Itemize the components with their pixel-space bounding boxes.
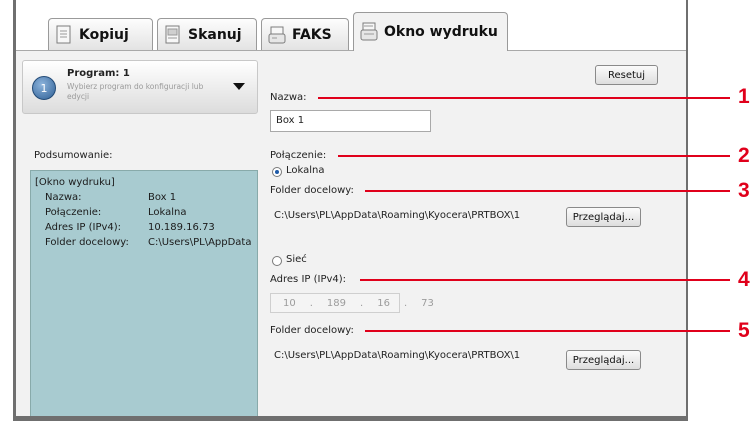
callout-line-1	[318, 97, 730, 99]
local-radio-label: Lokalna	[286, 165, 325, 176]
network-folder-path: C:\Users\PL\AppData\Roaming\Kyocera\PRTB…	[274, 350, 521, 361]
ip-octet: 10	[283, 297, 296, 309]
tab-skanuj[interactable]: Skanuj	[157, 18, 257, 50]
browse-button-local[interactable]: Przeglądaj...	[566, 207, 641, 227]
ip-label: Adres IP (IPv4):	[270, 274, 347, 285]
print-box-icon	[360, 22, 378, 41]
fax-icon	[268, 26, 286, 43]
callout-number-3: 3	[738, 179, 750, 202]
scan-icon	[165, 25, 180, 43]
connection-label: Połączenie:	[270, 150, 327, 161]
copy-icon	[56, 25, 71, 43]
network-radio-label: Sieć	[286, 254, 307, 265]
ip-address-input[interactable]: 10 . 189 . 16 . 73	[270, 293, 434, 313]
summary-value-connection: Lokalna	[148, 207, 187, 218]
tab-label: Okno wydruku	[384, 24, 498, 40]
tab-kopiuj[interactable]: Kopiuj	[48, 18, 153, 50]
callout-line-3	[365, 190, 730, 192]
network-folder-label: Folder docelowy:	[270, 325, 354, 336]
callout-number-5: 5	[738, 319, 750, 342]
program-number-badge: 1	[32, 76, 56, 100]
tab-label: Skanuj	[188, 26, 242, 43]
program-title: Program: 1	[67, 68, 130, 79]
ip-separator: .	[403, 297, 408, 309]
local-folder-label: Folder docelowy:	[270, 185, 354, 196]
ip-octet: 189	[326, 297, 347, 309]
callout-number-2: 2	[738, 144, 750, 167]
local-radio[interactable]	[272, 167, 282, 177]
program-description: Wybierz program do konfiguracji lub edyc…	[67, 82, 204, 101]
ip-separator: .	[309, 297, 313, 309]
ip-octet: 16	[377, 297, 390, 309]
callout-line-4	[360, 279, 730, 281]
local-folder-path: C:\Users\PL\AppData\Roaming\Kyocera\PRTB…	[274, 210, 521, 221]
summary-value-ip: 10.189.16.73	[148, 222, 215, 233]
callout-line-5	[365, 330, 730, 332]
callout-number-4: 4	[738, 268, 750, 291]
summary-value-folder: C:\Users\PL\AppData	[148, 237, 252, 248]
ip-octet: 73	[421, 297, 434, 309]
reset-button[interactable]: Resetuj	[595, 65, 658, 85]
summary-header: [Okno wydruku]	[35, 177, 115, 188]
network-radio[interactable]	[272, 256, 282, 266]
callout-line-2	[338, 155, 730, 157]
tab-label: FAKS	[292, 26, 332, 43]
summary-key-connection: Połączenie:	[45, 207, 102, 218]
summary-value-name: Box 1	[148, 192, 177, 203]
window-bottom-border	[13, 416, 688, 421]
name-label: Nazwa:	[270, 92, 307, 103]
tab-label: Kopiuj	[79, 26, 129, 43]
browse-button-network[interactable]: Przeglądaj...	[566, 350, 641, 370]
summary-key-ip: Adres IP (IPv4):	[45, 222, 122, 233]
callout-number-1: 1	[738, 85, 750, 108]
tab-faks[interactable]: FAKS	[261, 18, 349, 50]
summary-label: Podsumowanie:	[34, 150, 113, 161]
name-input[interactable]: Box 1	[270, 110, 431, 132]
window-right-border	[686, 0, 688, 421]
program-selector[interactable]: 1 Program: 1 Wybierz program do konfigur…	[22, 60, 258, 114]
summary-key-folder: Folder docelowy:	[45, 237, 129, 248]
summary-key-name: Nazwa:	[45, 192, 82, 203]
summary-panel: [Okno wydruku] Nazwa: Box 1 Połączenie: …	[30, 170, 258, 416]
ip-separator: .	[360, 297, 364, 309]
dropdown-arrow-icon[interactable]	[233, 83, 245, 90]
tab-okno-wydruku[interactable]: Okno wydruku	[353, 12, 508, 51]
